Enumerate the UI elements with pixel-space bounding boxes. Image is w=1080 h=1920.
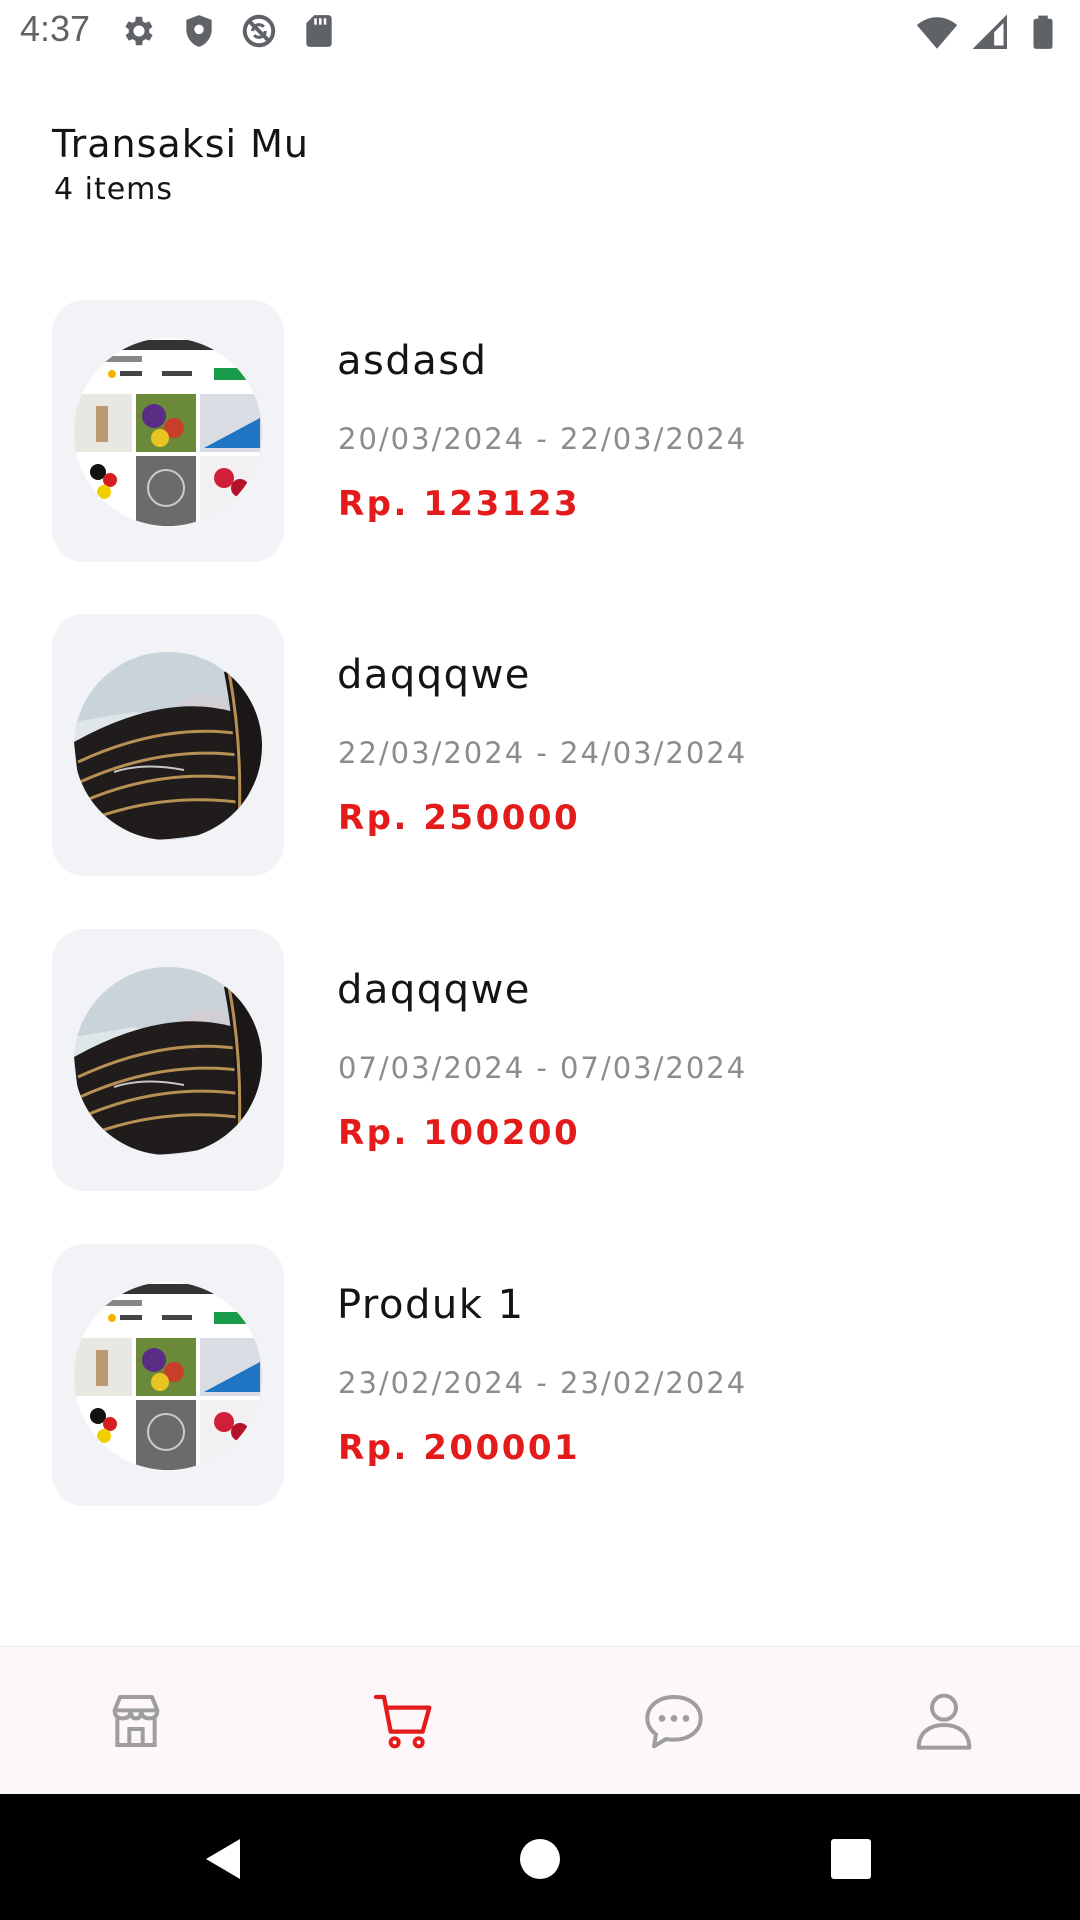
product-image (74, 967, 262, 1155)
nav-profile[interactable] (906, 1683, 982, 1759)
status-notification-icons (120, 12, 338, 50)
product-thumbnail (52, 929, 284, 1191)
rental-dates: 22/03/2024 - 24/03/2024 (338, 736, 748, 770)
product-image (74, 1282, 262, 1470)
product-name: daqqqwe (337, 652, 531, 698)
status-system-icons (916, 12, 1062, 54)
product-name: daqqqwe (337, 967, 531, 1013)
rental-dates: 20/03/2024 - 22/03/2024 (338, 422, 748, 456)
home-icon[interactable] (515, 1834, 565, 1884)
transaction-card[interactable]: asdasd 20/03/2024 - 22/03/2024 Rp. 12312… (52, 300, 1028, 564)
status-time: 4:37 (20, 8, 91, 49)
price: Rp. 123123 (338, 484, 581, 524)
battery-icon (1033, 15, 1053, 49)
nav-cart[interactable] (366, 1683, 442, 1759)
transaction-card[interactable]: daqqqwe 22/03/2024 - 24/03/2024 Rp. 2500… (52, 614, 1028, 878)
price: Rp. 100200 (338, 1113, 581, 1153)
product-thumbnail (52, 1244, 284, 1506)
profile-icon (916, 1693, 972, 1750)
cell-signal-icon (972, 14, 1007, 49)
store-icon (112, 1695, 160, 1747)
price: Rp. 250000 (338, 798, 581, 838)
status-bar: 4:37 (0, 0, 1080, 62)
product-name: asdasd (337, 338, 488, 384)
shield-icon (180, 12, 218, 50)
back-icon[interactable] (200, 1834, 250, 1884)
rental-dates: 23/02/2024 - 23/02/2024 (338, 1366, 748, 1400)
recents-icon[interactable] (826, 1834, 876, 1884)
bottom-navigation (0, 1646, 1080, 1794)
item-count: 4 items (54, 172, 174, 207)
sd-card-icon (300, 12, 338, 50)
product-image (74, 338, 262, 526)
rental-dates: 07/03/2024 - 07/03/2024 (338, 1051, 748, 1085)
chat-icon (645, 1695, 703, 1749)
product-image (74, 652, 262, 840)
settings-icon (120, 12, 158, 50)
nav-store[interactable] (98, 1683, 174, 1759)
product-thumbnail (52, 614, 284, 876)
product-name: Produk 1 (337, 1282, 525, 1328)
no-sync-icon (240, 12, 278, 50)
transaction-card[interactable]: Produk 1 23/02/2024 - 23/02/2024 Rp. 200… (52, 1244, 1028, 1508)
cart-icon (373, 1694, 432, 1749)
page-title: Transaksi Mu (52, 122, 310, 166)
transaction-card[interactable]: daqqqwe 07/03/2024 - 07/03/2024 Rp. 1002… (52, 929, 1028, 1193)
nav-chat[interactable] (636, 1683, 712, 1759)
product-thumbnail (52, 300, 284, 562)
wifi-icon (916, 17, 958, 49)
price: Rp. 200001 (338, 1428, 581, 1468)
system-navigation-bar (0, 1794, 1080, 1920)
